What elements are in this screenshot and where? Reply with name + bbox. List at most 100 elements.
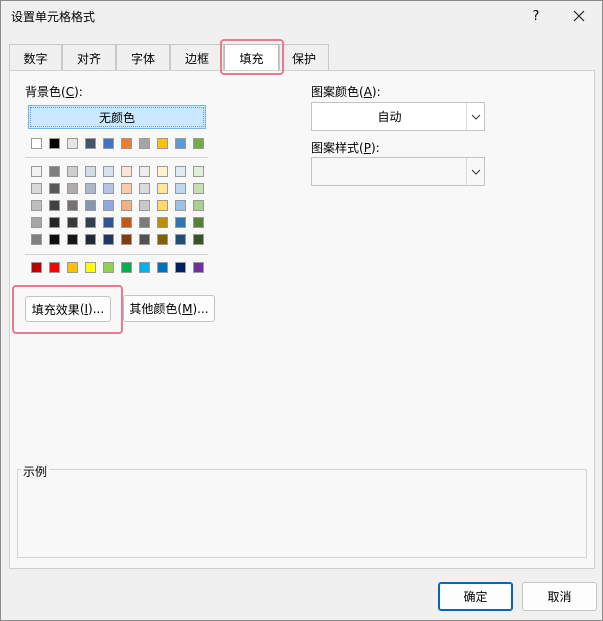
close-icon bbox=[573, 10, 585, 22]
color-swatch-tint2-1[interactable] bbox=[31, 183, 42, 194]
sample-box bbox=[17, 469, 587, 558]
color-swatch-tint2-9[interactable] bbox=[175, 183, 186, 194]
color-swatch-tint4-4[interactable] bbox=[85, 217, 96, 228]
color-swatch-theme-2[interactable] bbox=[49, 138, 60, 149]
color-swatch-tint5-6[interactable] bbox=[121, 234, 132, 245]
color-swatch-tint4-1[interactable] bbox=[31, 217, 42, 228]
color-swatch-tint2-6[interactable] bbox=[121, 183, 132, 194]
tab-border[interactable]: 边框 bbox=[170, 44, 224, 71]
palette-divider bbox=[25, 254, 208, 255]
color-swatch-tint3-5[interactable] bbox=[103, 200, 114, 211]
color-swatch-tint1-8[interactable] bbox=[157, 166, 168, 177]
color-swatch-theme-7[interactable] bbox=[139, 138, 150, 149]
color-swatch-tint3-8[interactable] bbox=[157, 200, 168, 211]
color-swatch-tint5-9[interactable] bbox=[175, 234, 186, 245]
color-swatch-tint3-10[interactable] bbox=[193, 200, 204, 211]
help-button[interactable]: ? bbox=[521, 5, 551, 27]
tab-protection[interactable]: 保护 bbox=[279, 44, 329, 71]
color-swatch-tint2-3[interactable] bbox=[67, 183, 78, 194]
fill-effects-button[interactable]: 填充效果(I)... bbox=[25, 296, 111, 322]
color-swatch-tint5-1[interactable] bbox=[31, 234, 42, 245]
format-cells-dialog: 设置单元格格式 ? 数字 对齐 字体 边框 填充 保护 背景色(C): 无颜色 … bbox=[0, 0, 603, 621]
color-swatch-tint4-7[interactable] bbox=[139, 217, 150, 228]
dialog-title: 设置单元格格式 bbox=[11, 10, 96, 24]
color-swatch-standard-4[interactable] bbox=[85, 262, 96, 273]
dropdown-arrow[interactable] bbox=[466, 158, 484, 185]
color-swatch-standard-6[interactable] bbox=[121, 262, 132, 273]
color-swatch-tint4-9[interactable] bbox=[175, 217, 186, 228]
color-swatch-tint2-2[interactable] bbox=[49, 183, 60, 194]
color-swatch-tint4-6[interactable] bbox=[121, 217, 132, 228]
color-swatch-standard-3[interactable] bbox=[67, 262, 78, 273]
more-colors-button[interactable]: 其他颜色(M)... bbox=[123, 295, 215, 322]
background-color-label: 背景色(C): bbox=[25, 85, 83, 99]
color-swatch-standard-2[interactable] bbox=[49, 262, 60, 273]
color-swatch-tint2-4[interactable] bbox=[85, 183, 96, 194]
color-swatch-tint2-5[interactable] bbox=[103, 183, 114, 194]
color-swatch-theme-5[interactable] bbox=[103, 138, 114, 149]
color-swatch-tint4-5[interactable] bbox=[103, 217, 114, 228]
pattern-color-dropdown[interactable]: 自动 bbox=[311, 102, 485, 131]
color-swatch-tint1-1[interactable] bbox=[31, 166, 42, 177]
dropdown-arrow[interactable] bbox=[466, 103, 484, 130]
color-swatch-tint5-2[interactable] bbox=[49, 234, 60, 245]
color-swatch-tint3-4[interactable] bbox=[85, 200, 96, 211]
color-swatch-tint3-6[interactable] bbox=[121, 200, 132, 211]
tab-fill[interactable]: 填充 bbox=[224, 44, 279, 72]
color-swatch-theme-3[interactable] bbox=[67, 138, 78, 149]
color-swatch-tint1-7[interactable] bbox=[139, 166, 150, 177]
color-swatch-standard-5[interactable] bbox=[103, 262, 114, 273]
chevron-down-icon bbox=[471, 169, 480, 175]
color-swatch-standard-1[interactable] bbox=[31, 262, 42, 273]
color-swatch-theme-6[interactable] bbox=[121, 138, 132, 149]
color-swatch-tint2-7[interactable] bbox=[139, 183, 150, 194]
color-swatch-tint5-3[interactable] bbox=[67, 234, 78, 245]
color-swatch-tint4-2[interactable] bbox=[49, 217, 60, 228]
ok-button[interactable]: 确定 bbox=[438, 582, 513, 611]
color-swatch-standard-8[interactable] bbox=[157, 262, 168, 273]
color-swatch-tint1-5[interactable] bbox=[103, 166, 114, 177]
palette-divider bbox=[25, 157, 208, 158]
pattern-style-value bbox=[312, 158, 467, 185]
color-swatch-tint5-4[interactable] bbox=[85, 234, 96, 245]
pattern-style-dropdown[interactable] bbox=[311, 157, 485, 186]
no-color-button[interactable]: 无颜色 bbox=[28, 105, 206, 129]
color-swatch-tint5-5[interactable] bbox=[103, 234, 114, 245]
color-swatch-tint3-2[interactable] bbox=[49, 200, 60, 211]
color-swatch-theme-10[interactable] bbox=[193, 138, 204, 149]
color-swatch-theme-9[interactable] bbox=[175, 138, 186, 149]
color-swatch-tint1-10[interactable] bbox=[193, 166, 204, 177]
color-swatch-theme-8[interactable] bbox=[157, 138, 168, 149]
color-swatch-theme-4[interactable] bbox=[85, 138, 96, 149]
color-swatch-tint2-8[interactable] bbox=[157, 183, 168, 194]
color-swatch-tint2-10[interactable] bbox=[193, 183, 204, 194]
color-swatch-tint1-3[interactable] bbox=[67, 166, 78, 177]
color-swatch-tint1-6[interactable] bbox=[121, 166, 132, 177]
tab-alignment[interactable]: 对齐 bbox=[62, 44, 116, 71]
color-swatch-tint4-8[interactable] bbox=[157, 217, 168, 228]
color-swatch-tint1-2[interactable] bbox=[49, 166, 60, 177]
pattern-style-label: 图案样式(P): bbox=[311, 141, 380, 155]
color-swatch-tint4-10[interactable] bbox=[193, 217, 204, 228]
color-swatch-tint1-9[interactable] bbox=[175, 166, 186, 177]
color-swatch-tint5-8[interactable] bbox=[157, 234, 168, 245]
color-swatch-tint3-3[interactable] bbox=[67, 200, 78, 211]
pattern-color-value: 自动 bbox=[377, 110, 402, 124]
color-swatch-tint3-7[interactable] bbox=[139, 200, 150, 211]
color-swatch-tint5-10[interactable] bbox=[193, 234, 204, 245]
color-swatch-tint5-7[interactable] bbox=[139, 234, 150, 245]
tab-font[interactable]: 字体 bbox=[116, 44, 170, 71]
focus-ring bbox=[30, 107, 204, 127]
tab-number[interactable]: 数字 bbox=[9, 44, 62, 71]
title-bar: 设置单元格格式 ? bbox=[1, 1, 602, 31]
color-swatch-tint3-9[interactable] bbox=[175, 200, 186, 211]
close-button[interactable] bbox=[564, 5, 594, 27]
color-swatch-tint4-3[interactable] bbox=[67, 217, 78, 228]
cancel-button[interactable]: 取消 bbox=[522, 582, 597, 611]
color-swatch-standard-7[interactable] bbox=[139, 262, 150, 273]
color-swatch-standard-10[interactable] bbox=[193, 262, 204, 273]
color-swatch-theme-1[interactable] bbox=[31, 138, 42, 149]
color-swatch-tint3-1[interactable] bbox=[31, 200, 42, 211]
color-swatch-standard-9[interactable] bbox=[175, 262, 186, 273]
color-swatch-tint1-4[interactable] bbox=[85, 166, 96, 177]
